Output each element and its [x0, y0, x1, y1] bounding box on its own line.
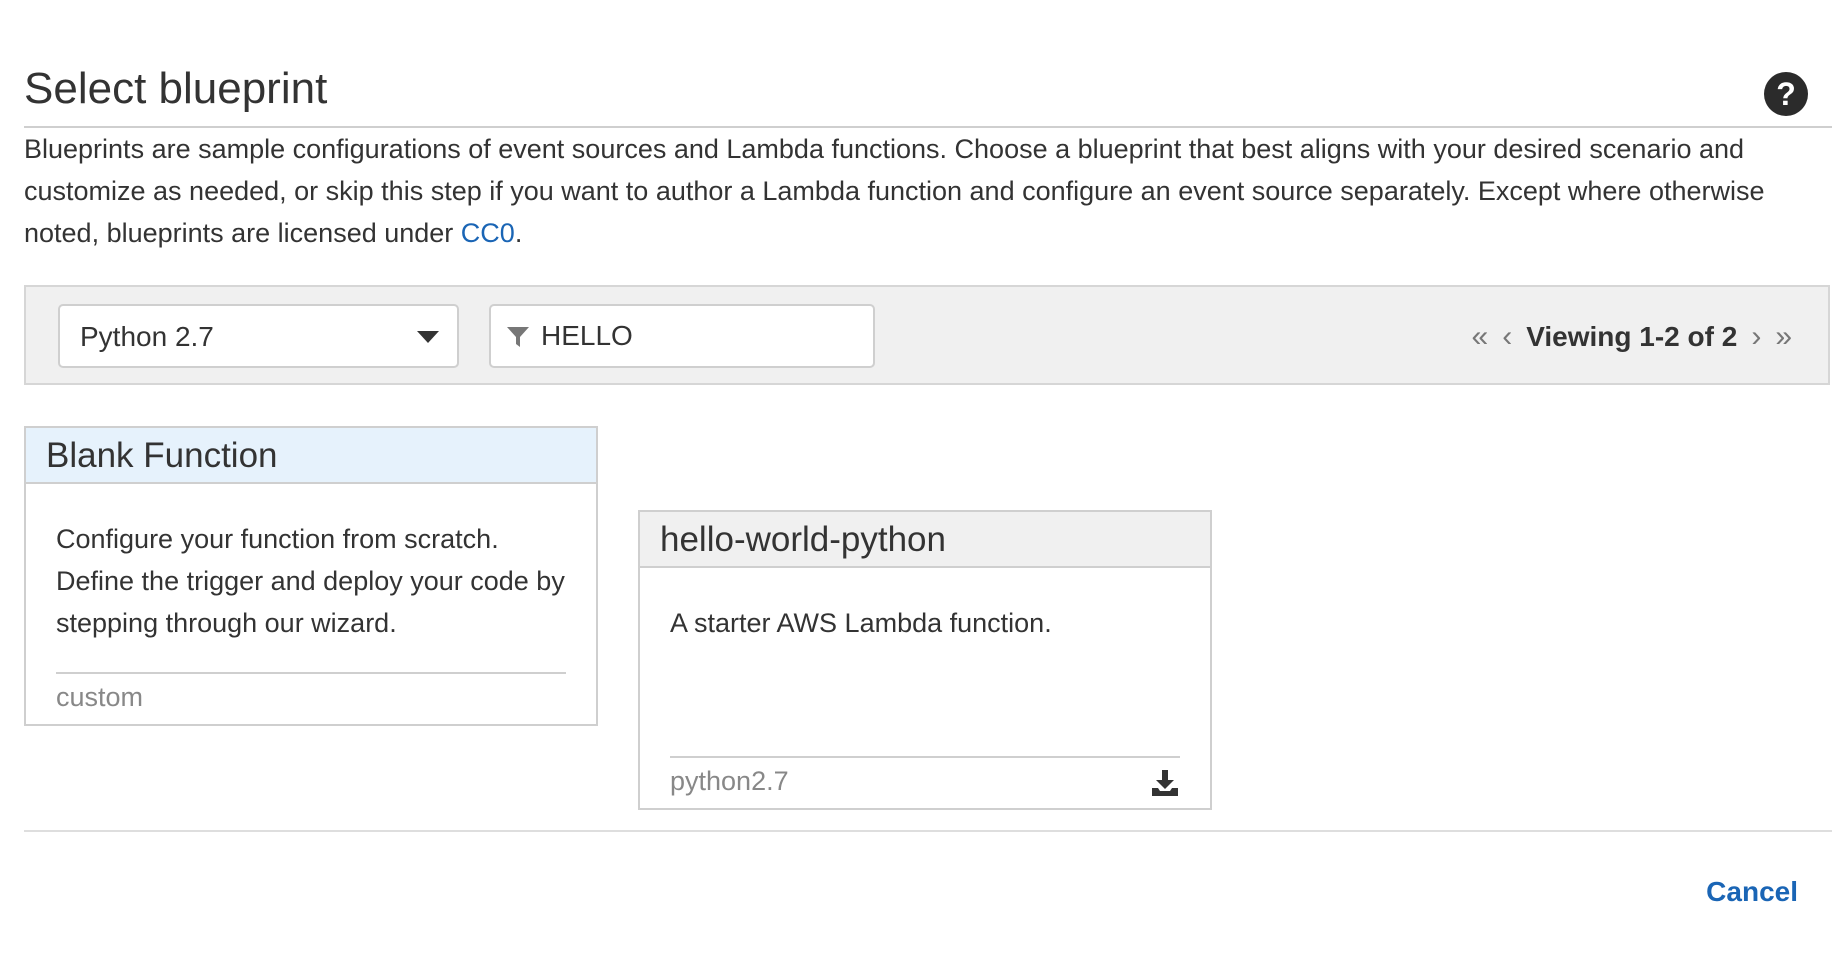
last-page-icon[interactable]: » [1775, 317, 1792, 357]
download-icon[interactable] [1150, 768, 1180, 798]
card-footer: custom [56, 672, 566, 724]
runtime-select[interactable]: Python 2.7 [58, 304, 459, 368]
page-title: Select blueprint [24, 64, 328, 113]
description-text: Blueprints are sample configurations of … [24, 134, 1765, 248]
card-description: A starter AWS Lambda function. [670, 608, 1052, 638]
pagination: « ‹ Viewing 1-2 of 2 › » [1472, 315, 1792, 359]
card-title: Blank Function [26, 428, 596, 484]
filter-box[interactable] [489, 304, 875, 368]
card-footer: python2.7 [670, 756, 1180, 808]
pagination-status: Viewing 1-2 of 2 [1526, 321, 1738, 352]
previous-page-icon[interactable]: ‹ [1502, 317, 1512, 357]
description-suffix: . [514, 218, 523, 248]
card-description: Configure your function from scratch. De… [56, 524, 565, 638]
select-blueprint-page: Select blueprint ? Blueprints are sample… [0, 0, 1832, 954]
filter-input[interactable] [541, 316, 861, 356]
filter-icon [507, 327, 529, 347]
blueprint-card-blank-function[interactable]: Blank Function Configure your function f… [24, 426, 598, 726]
description: Blueprints are sample configurations of … [24, 128, 1814, 254]
blueprint-toolbar: Python 2.7 « ‹ Viewing 1-2 of 2 › » [24, 285, 1830, 385]
next-page-icon[interactable]: › [1751, 317, 1761, 357]
blueprint-card-hello-world-python[interactable]: hello-world-python A starter AWS Lambda … [638, 510, 1212, 810]
card-runtime-tag: python2.7 [670, 766, 789, 796]
card-title: hello-world-python [640, 512, 1210, 568]
bottom-divider [24, 830, 1832, 832]
cc0-link[interactable]: CC0 [461, 218, 515, 248]
cancel-button[interactable]: Cancel [1706, 876, 1798, 908]
card-runtime-tag: custom [56, 682, 144, 712]
title-row: Select blueprint ? [24, 62, 1832, 128]
caret-down-icon [417, 331, 439, 343]
help-icon[interactable]: ? [1764, 72, 1808, 116]
runtime-select-value: Python 2.7 [80, 321, 214, 352]
first-page-icon[interactable]: « [1472, 317, 1489, 357]
